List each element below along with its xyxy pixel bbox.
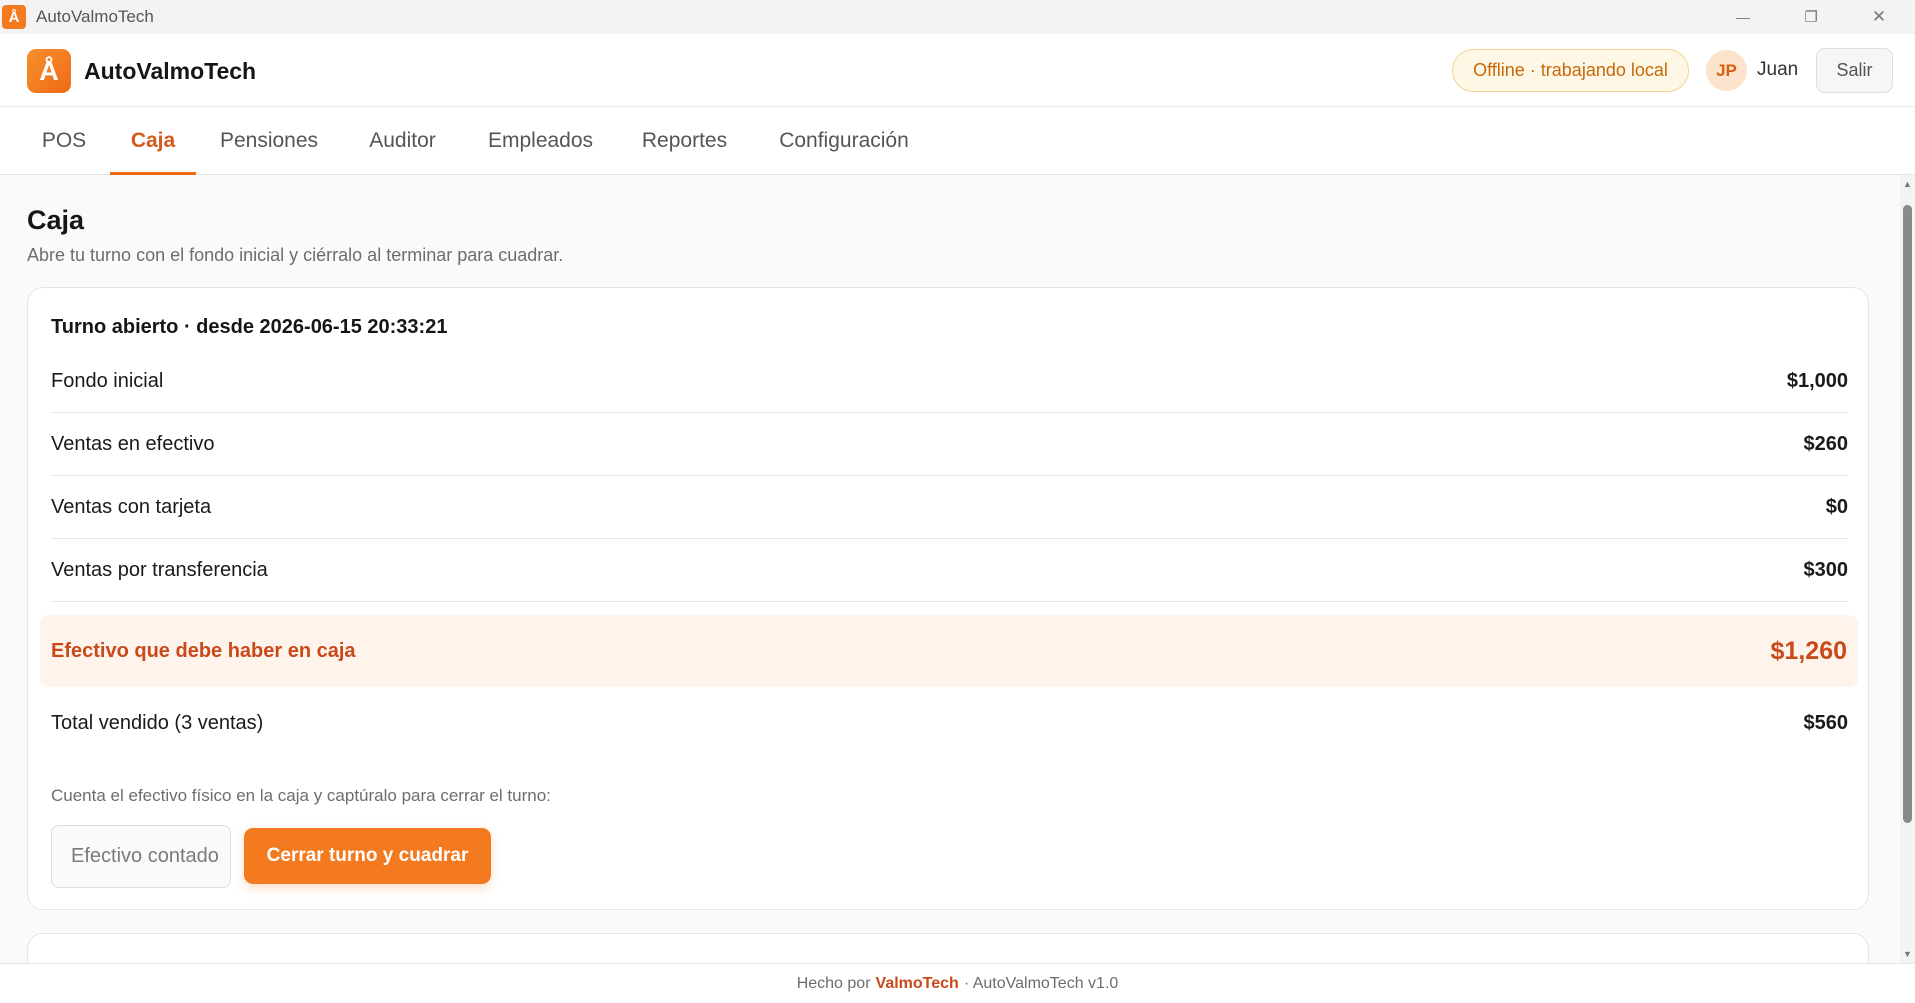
scrollbar-thumb[interactable]	[1903, 205, 1912, 823]
row-initial-fund: Fondo inicial $1,000	[51, 350, 1848, 413]
close-shift-button[interactable]: Cerrar turno y cuadrar	[244, 828, 491, 884]
minimize-icon: —	[1736, 9, 1750, 25]
shift-card: Turno abierto · desde 2026-06-15 20:33:2…	[27, 287, 1869, 910]
total-sold-value: $560	[1803, 712, 1849, 734]
brand-name: AutoValmoTech	[84, 58, 257, 84]
row-total-sold: Total vendido (3 ventas) $560	[51, 692, 1848, 755]
count-cash-hint: Cuenta el efectivo físico en la caja y c…	[51, 786, 551, 805]
scroll-down-icon[interactable]: ▼	[1900, 947, 1915, 961]
tab-configuracion[interactable]: Configuración	[763, 107, 925, 175]
row-value: $0	[1825, 495, 1848, 518]
offline-status-badge: Offline · trabajando local	[1452, 49, 1689, 92]
row-card-sales: Ventas con tarjeta $0	[51, 476, 1848, 539]
tab-pos[interactable]: POS	[27, 107, 101, 175]
secondary-card	[27, 933, 1869, 963]
footer-suffix: · AutoValmoTech v1.0	[963, 974, 1119, 992]
main-scrollbar[interactable]: ▲ ▼	[1900, 175, 1915, 963]
row-expected-cash: Efectivo que debe haber en caja $1,260	[40, 615, 1858, 687]
row-label: Ventas por transferencia	[51, 558, 268, 581]
tab-auditor[interactable]: Auditor	[351, 107, 454, 175]
row-value: $300	[1803, 558, 1849, 581]
avatar: JP	[1706, 50, 1747, 91]
user-name: Juan	[1757, 59, 1799, 80]
brand-logo-icon: Å	[27, 49, 71, 93]
scroll-up-icon[interactable]: ▲	[1900, 177, 1915, 191]
tab-empleados[interactable]: Empleados	[474, 107, 607, 175]
restore-button[interactable]: ❐	[1777, 0, 1845, 34]
shift-status-title: Turno abierto · desde 2026-06-15 20:33:2…	[51, 316, 448, 338]
main-content: Caja Abre tu turno con el fondo inicial …	[0, 175, 1900, 963]
row-value: $260	[1803, 432, 1849, 455]
logout-button[interactable]: Salir	[1816, 48, 1893, 93]
row-label: Ventas en efectivo	[51, 432, 215, 455]
window-titlebar: Å AutoValmoTech — ❐ ✕	[0, 0, 1915, 34]
row-label: Fondo inicial	[51, 369, 164, 392]
total-sold-label: Total vendido (3 ventas)	[51, 712, 264, 734]
close-icon: ✕	[1871, 7, 1887, 26]
row-cash-sales: Ventas en efectivo $260	[51, 413, 1848, 476]
footer-brand-link[interactable]: ValmoTech	[876, 975, 959, 993]
main-tabs: POS Caja Pensiones Auditor Empleados Rep…	[0, 107, 1915, 175]
app-footer: Hecho por ValmoTech · AutoValmoTech v1.0	[0, 963, 1915, 1003]
app-logo-icon: Å	[2, 5, 26, 29]
page-subtitle: Abre tu turno con el fondo inicial y cié…	[27, 245, 564, 265]
window-title: AutoValmoTech	[36, 7, 154, 26]
tab-reportes[interactable]: Reportes	[626, 107, 743, 175]
tab-pensiones[interactable]: Pensiones	[206, 107, 332, 175]
tab-caja[interactable]: Caja	[110, 107, 196, 175]
row-transfer-sales: Ventas por transferencia $300	[51, 539, 1848, 602]
row-value: $1,000	[1786, 369, 1848, 392]
page-title: Caja	[27, 205, 85, 235]
counted-cash-input[interactable]	[51, 825, 231, 888]
expected-cash-label: Efectivo que debe haber en caja	[51, 639, 356, 662]
expected-cash-value: $1,260	[1770, 636, 1847, 665]
close-window-button[interactable]: ✕	[1845, 0, 1913, 34]
footer-prefix: Hecho por	[796, 974, 871, 992]
restore-icon: ❐	[1804, 9, 1818, 26]
minimize-button[interactable]: —	[1709, 0, 1777, 34]
row-label: Ventas con tarjeta	[51, 495, 212, 518]
app-header: Å AutoValmoTech Offline · trabajando loc…	[0, 34, 1915, 107]
